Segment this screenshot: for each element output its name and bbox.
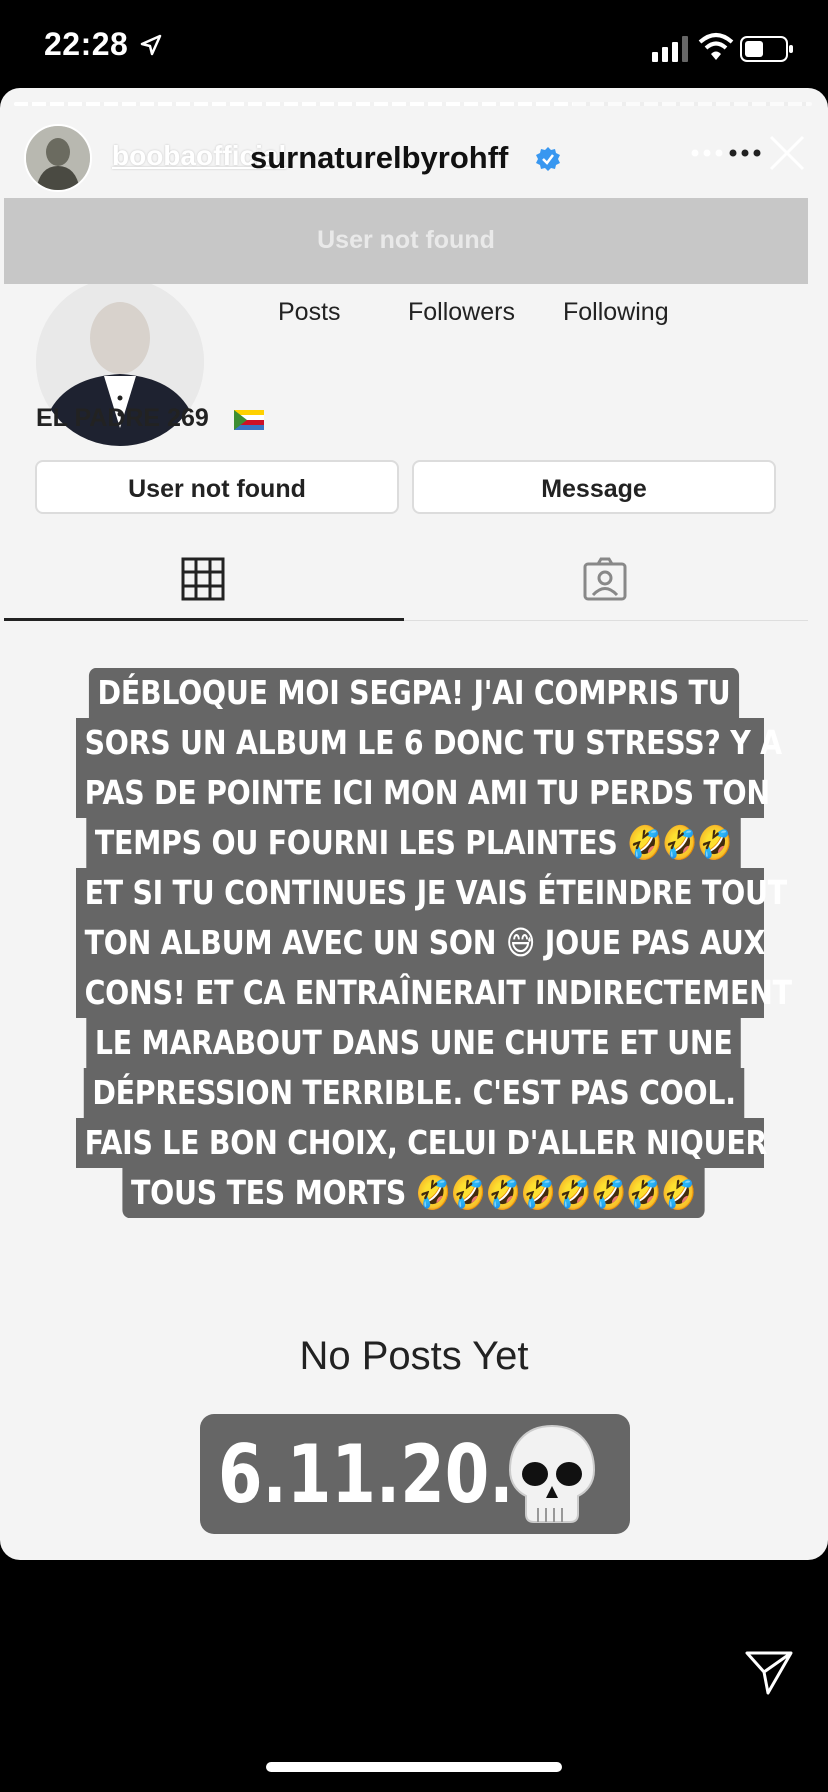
- avatar-portrait-icon: [26, 126, 90, 190]
- send-message-icon[interactable]: [744, 1650, 794, 1696]
- date-sticker: 6.11.20.: [200, 1414, 630, 1534]
- wifi-icon: [698, 33, 734, 60]
- location-arrow-icon: [140, 34, 162, 56]
- status-bar: 22:28: [0, 0, 828, 88]
- caption-line: ET SI TU CONTINUES JE VAIS ÉTEINDRE TOUT: [76, 868, 787, 918]
- user-not-found-banner: User not found: [4, 198, 808, 284]
- caption-line: TON ALBUM AVEC UN SON 😅 JOUE PAS AUX: [76, 918, 765, 968]
- skull-icon: [508, 1424, 596, 1523]
- caption-line: TOUS TES MORTS 🤣🤣🤣🤣🤣🤣🤣🤣: [122, 1168, 706, 1218]
- profile-username: surnaturelbyrohff: [250, 140, 509, 175]
- caption-line: DÉPRESSION TERRIBLE. C'EST PAS COOL.: [83, 1068, 745, 1118]
- date-text: 6.11.20.: [218, 1428, 514, 1521]
- follow-status-button[interactable]: User not found: [35, 460, 399, 514]
- story-card[interactable]: boobaofficial surnaturelbyrohff User not…: [0, 88, 828, 1560]
- more-options-icon: [691, 149, 723, 157]
- story-menu-icon[interactable]: [728, 148, 762, 158]
- battery-icon: [740, 36, 793, 62]
- verified-badge-icon: [536, 147, 560, 171]
- close-icon[interactable]: [768, 134, 806, 172]
- message-button[interactable]: Message: [412, 460, 776, 514]
- caption-line: CONS! ET CA ENTRAÎNERAIT INDIRECTEMENT: [76, 968, 792, 1018]
- cellular-signal-icon: [652, 36, 688, 62]
- home-indicator[interactable]: [266, 1762, 562, 1772]
- caption-line: LE MARABOUT DANS UNE CHUTE ET UNE: [86, 1018, 742, 1068]
- stat-followers[interactable]: Followers: [408, 298, 515, 327]
- story-caption: DÉBLOQUE MOI SEGPA! J'AI COMPRIS TU SORS…: [20, 668, 808, 1218]
- grid-icon[interactable]: [180, 556, 226, 602]
- tagged-icon[interactable]: [582, 556, 628, 602]
- comoros-flag-icon: [234, 410, 264, 430]
- stat-posts[interactable]: Posts: [278, 298, 341, 327]
- story-account-avatar[interactable]: [24, 124, 92, 192]
- profile-bio: EL PADRE 269: [36, 404, 209, 432]
- active-tab-indicator: [4, 618, 404, 621]
- status-time: 22:28: [44, 26, 129, 62]
- caption-line: FAIS LE BON CHOIX, CELUI D'ALLER NIQUER: [76, 1118, 767, 1168]
- stat-following[interactable]: Following: [563, 298, 669, 327]
- caption-line: SORS UN ALBUM LE 6 DONC TU STRESS? Y A: [76, 718, 782, 768]
- no-posts-text: No Posts Yet: [299, 1334, 529, 1378]
- banner-text: User not found: [317, 226, 495, 254]
- caption-line: PAS DE POINTE ICI MON AMI TU PERDS TON: [76, 768, 770, 818]
- caption-line: TEMPS OU FOURNI LES PLAINTES 🤣🤣🤣: [86, 818, 742, 868]
- caption-line: DÉBLOQUE MOI SEGPA! J'AI COMPRIS TU: [88, 668, 740, 718]
